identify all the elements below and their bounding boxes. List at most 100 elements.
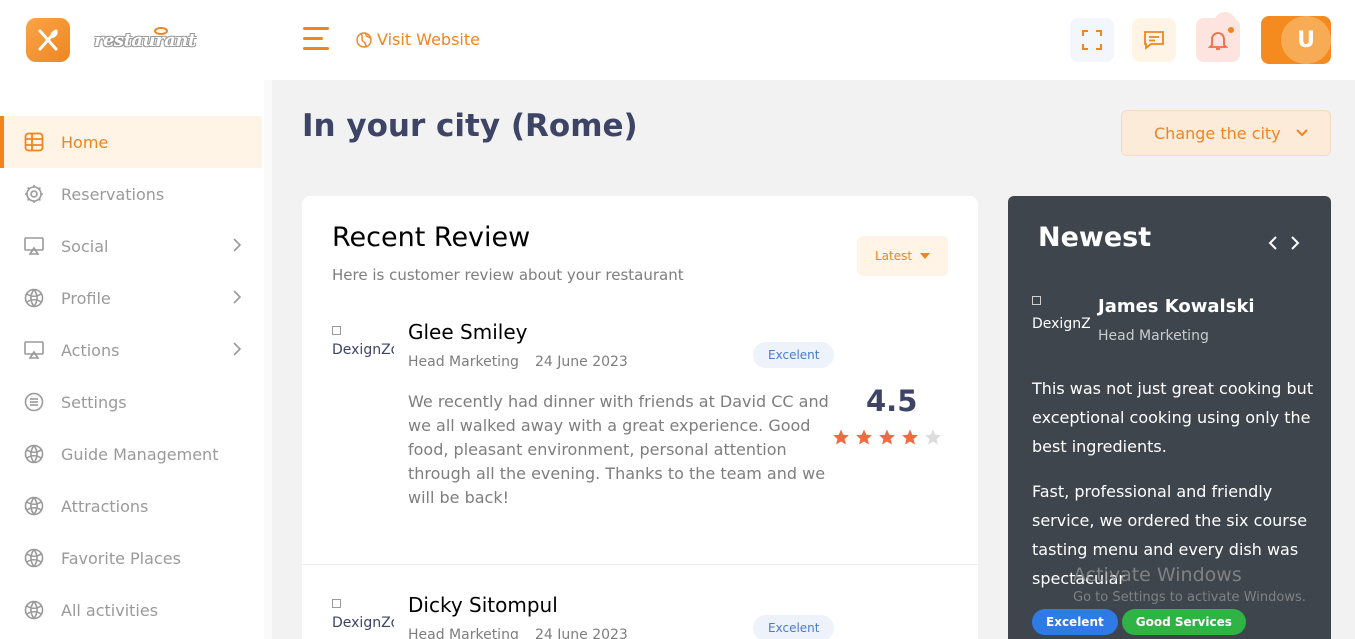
reviewer-name[interactable]: James Kowalski <box>1098 296 1255 317</box>
page-title: In your city (Rome) <box>302 108 638 144</box>
reviewer-image: DexignZone <box>1032 288 1090 352</box>
sidebar-item-attractions[interactable]: Attractions <box>0 480 272 532</box>
chevron-down-icon <box>1295 128 1309 138</box>
status-badge: Excelent <box>753 615 835 639</box>
dashboard-icon <box>23 131 45 153</box>
star-icon <box>879 429 895 445</box>
broken-image-icon <box>332 325 341 335</box>
globe-icon <box>23 599 45 621</box>
sidebar-item-label: Home <box>61 132 109 152</box>
sidebar-item-label: Reservations <box>61 184 165 204</box>
user-menu-button[interactable]: U <box>1261 16 1331 64</box>
tag-list: Excelent Good Services <box>1032 609 1250 635</box>
sidebar-item-label: Social <box>61 236 109 256</box>
sidebar-item-settings[interactable]: Settings <box>0 376 272 428</box>
reviewer-image-alt: DexignZone <box>1032 316 1090 332</box>
sidebar-item-label: Favorite Places <box>61 548 181 568</box>
reviewer-role: Head Marketing <box>1098 328 1209 344</box>
sidebar-item-label: All activities <box>61 600 159 620</box>
expand-icon <box>1082 30 1102 50</box>
review-item: DexignZone Glee Smiley Head Marketing 24… <box>332 320 952 540</box>
chat-icon <box>1144 31 1164 50</box>
sidebar-menu: Home Reservations Social Profile Actions… <box>0 116 272 636</box>
globe-icon <box>23 287 45 309</box>
broken-image-icon <box>1032 295 1041 305</box>
sidebar-item-all-activities[interactable]: All activities <box>0 584 272 636</box>
brand-name: restaurant <box>94 30 196 51</box>
sidebar-item-social[interactable]: Social <box>0 220 272 272</box>
review-item: DexignZone Dicky Sitompul Head Marketing… <box>332 593 952 639</box>
reviewer-name[interactable]: Glee Smiley <box>408 320 527 344</box>
star-icon <box>902 429 918 445</box>
sidebar: restaurant Home Reservations Social Prof… <box>0 0 272 639</box>
reviewer-image: DexignZone <box>332 320 394 380</box>
review-date: 24 June 2023 <box>535 354 628 370</box>
sort-dropdown[interactable]: Latest <box>857 236 948 276</box>
avatar: U <box>1281 16 1331 64</box>
reviewer-role: Head Marketing <box>408 627 519 639</box>
restaurant-logo-icon[interactable] <box>26 18 70 62</box>
sidebar-item-actions[interactable]: Actions <box>0 324 272 376</box>
visit-website-link[interactable]: Visit Website <box>356 30 480 49</box>
monitor-icon <box>23 235 45 257</box>
change-city-label: Change the city <box>1154 123 1281 143</box>
review-text: We recently had dinner with friends at D… <box>408 392 829 507</box>
sidebar-scrollbar[interactable] <box>264 80 272 639</box>
top-header: Visit Website U <box>272 0 1355 80</box>
activation-watermark-subtitle: Go to Settings to activate Windows. <box>1073 590 1306 605</box>
sidebar-item-label: Profile <box>61 288 111 308</box>
monitor-icon <box>23 339 45 361</box>
sidebar-item-guide-management[interactable]: Guide Management <box>0 428 272 480</box>
sidebar-item-label: Settings <box>61 392 127 412</box>
tag-good-services[interactable]: Good Services <box>1121 609 1246 635</box>
sidebar-item-favorite-places[interactable]: Favorite Places <box>0 532 272 584</box>
review-divider <box>302 564 978 565</box>
newest-title: Newest <box>1038 222 1152 253</box>
notifications-button[interactable] <box>1196 18 1240 62</box>
recent-review-subtitle: Here is customer review about your resta… <box>332 266 684 284</box>
star-icon <box>856 429 872 445</box>
sidebar-item-label: Actions <box>61 340 120 360</box>
bell-icon <box>1207 32 1229 50</box>
next-arrow-icon[interactable] <box>1284 234 1306 252</box>
recent-review-card: Recent Review Here is customer review ab… <box>302 196 978 639</box>
globe-icon <box>23 495 45 517</box>
status-badge: Excelent <box>753 342 835 368</box>
tag-excelent[interactable]: Excelent <box>1032 609 1118 635</box>
review-date: 24 June 2023 <box>535 627 628 639</box>
sidebar-item-label: Guide Management <box>61 444 219 464</box>
reviewer-role: Head Marketing <box>408 354 519 370</box>
menu-toggle-icon[interactable] <box>303 27 329 51</box>
sidebar-item-profile[interactable]: Profile <box>0 272 272 324</box>
messages-button[interactable] <box>1132 18 1176 62</box>
sidebar-item-home[interactable]: Home <box>0 116 262 168</box>
review-score: 4.5 <box>866 384 918 418</box>
caret-down-icon <box>920 253 931 259</box>
globe-icon <box>23 443 45 465</box>
chevron-right-icon <box>232 341 242 360</box>
fullscreen-button[interactable] <box>1070 18 1114 62</box>
notification-dot <box>1228 27 1234 33</box>
list-icon <box>23 391 45 413</box>
star-empty-icon <box>925 429 941 445</box>
chevron-right-icon <box>232 289 242 308</box>
visit-website-label: Visit Website <box>377 30 480 49</box>
recent-review-title: Recent Review <box>332 222 531 253</box>
reviewer-image-alt: DexignZone <box>332 342 394 358</box>
prev-arrow-icon[interactable] <box>1262 234 1284 252</box>
globe-icon <box>356 31 372 48</box>
reviewer-image: DexignZone <box>332 593 394 639</box>
star-icon <box>833 429 849 445</box>
star-rating <box>832 428 947 446</box>
globe-icon <box>23 547 45 569</box>
reviewer-name[interactable]: Dicky Sitompul <box>408 593 558 617</box>
sidebar-item-label: Attractions <box>61 496 149 516</box>
sort-label: Latest <box>874 249 913 263</box>
brand-eye-icon <box>154 27 168 35</box>
sidebar-item-reservations[interactable]: Reservations <box>0 168 272 220</box>
brand: restaurant <box>0 0 272 80</box>
change-city-button[interactable]: Change the city <box>1121 110 1331 156</box>
gear-icon <box>23 183 45 205</box>
broken-image-icon <box>332 598 341 608</box>
carousel-controls <box>1262 234 1306 252</box>
